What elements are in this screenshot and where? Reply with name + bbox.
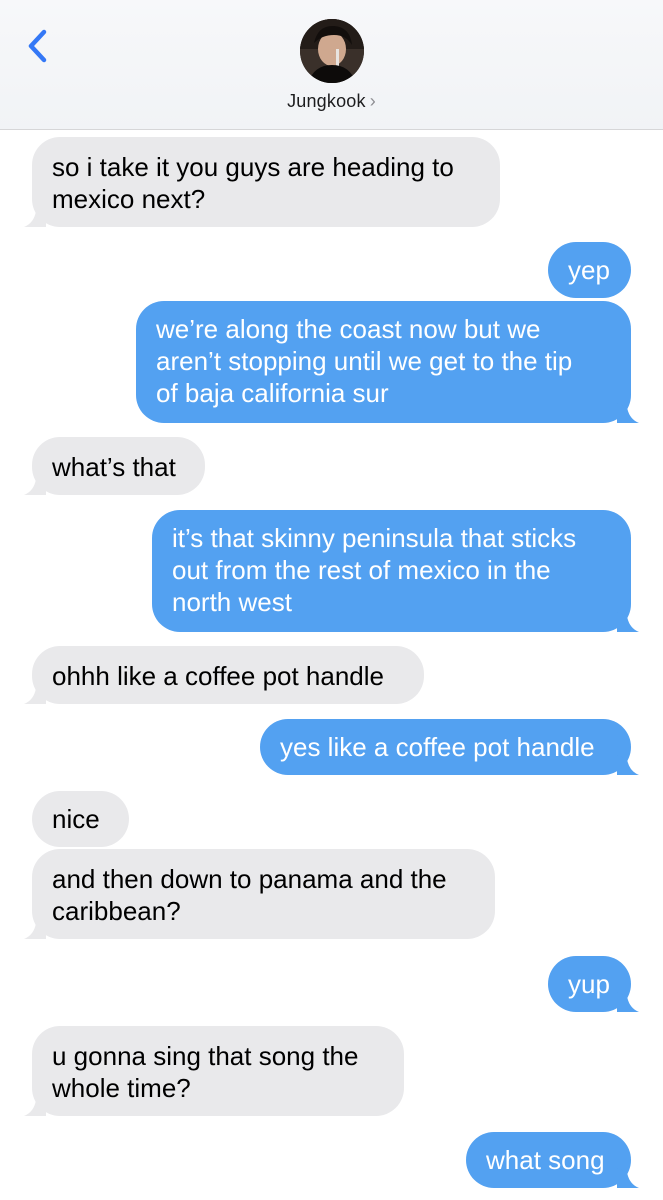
conversation-header: Jungkook › <box>0 0 663 130</box>
bubble-tail <box>617 755 639 775</box>
message-bubble-outgoing[interactable]: it’s that skinny peninsula that sticks o… <box>152 510 639 632</box>
chevron-right-icon: › <box>369 91 376 111</box>
message-bubble-outgoing[interactable]: we’re along the coast now but we aren’t … <box>136 301 639 423</box>
bubble-tail <box>617 403 639 423</box>
message-text: north west <box>172 587 292 617</box>
message-bubble-incoming[interactable]: what’s that <box>24 437 205 495</box>
message-bubble-outgoing[interactable]: yep <box>548 242 631 298</box>
message-text: of baja california sur <box>156 378 389 408</box>
bubble-tail <box>24 1096 46 1116</box>
message-text: yep <box>568 255 610 285</box>
contact-name-label: Jungkook <box>287 91 366 111</box>
message-text: mexico next? <box>52 184 206 214</box>
message-text: out from the rest of mexico in the <box>172 555 551 585</box>
message-bubble-incoming[interactable]: u gonna sing that song the whole time? <box>24 1026 404 1116</box>
message-bubble-outgoing[interactable]: yup <box>548 956 639 1012</box>
message-text: it’s that skinny peninsula that sticks <box>172 523 577 553</box>
message-bubble-outgoing[interactable]: what song <box>466 1132 639 1188</box>
message-text: whole time? <box>52 1073 191 1103</box>
message-text: yup <box>568 969 610 999</box>
bubble-tail <box>24 475 46 495</box>
message-text: aren’t stopping until we get to the tip <box>156 346 573 376</box>
bubble-tail <box>24 684 46 704</box>
messages-screen: Jungkook › so i take it you guys are head… <box>0 0 663 1200</box>
message-bubble-incoming[interactable]: and then down to panama and the caribbea… <box>24 849 495 939</box>
message-bubble-incoming[interactable]: ohhh like a coffee pot handle <box>24 646 424 704</box>
message-text: caribbean? <box>52 896 181 926</box>
bubble-tail <box>617 612 639 632</box>
bubble-tail <box>24 919 46 939</box>
message-text: and then down to panama and the <box>52 864 447 894</box>
bubble-tail <box>24 207 46 227</box>
chevron-left-icon <box>28 29 47 63</box>
message-text: yes like a coffee pot handle <box>280 732 595 762</box>
message-text: what song <box>486 1145 605 1175</box>
message-text: u gonna sing that song the <box>52 1041 359 1071</box>
message-text: ohhh like a coffee pot handle <box>52 661 385 691</box>
message-bubble-outgoing[interactable]: yes like a coffee pot handle <box>260 719 639 775</box>
contact-photo <box>300 19 364 83</box>
bubble-tail <box>617 1168 639 1188</box>
message-bubble-incoming[interactable]: so i take it you guys are heading to mex… <box>24 137 500 227</box>
message-text: we’re along the coast now but we <box>156 314 541 344</box>
back-button[interactable] <box>22 26 56 66</box>
avatar[interactable] <box>300 19 364 83</box>
message-bubble-incoming[interactable]: nice <box>32 791 129 847</box>
contact-name[interactable]: Jungkook › <box>0 91 663 112</box>
message-text: nice <box>52 804 100 834</box>
bubble-tail <box>617 992 639 1012</box>
message-text: what’s that <box>52 452 176 482</box>
message-text: so i take it you guys are heading to <box>52 152 454 182</box>
